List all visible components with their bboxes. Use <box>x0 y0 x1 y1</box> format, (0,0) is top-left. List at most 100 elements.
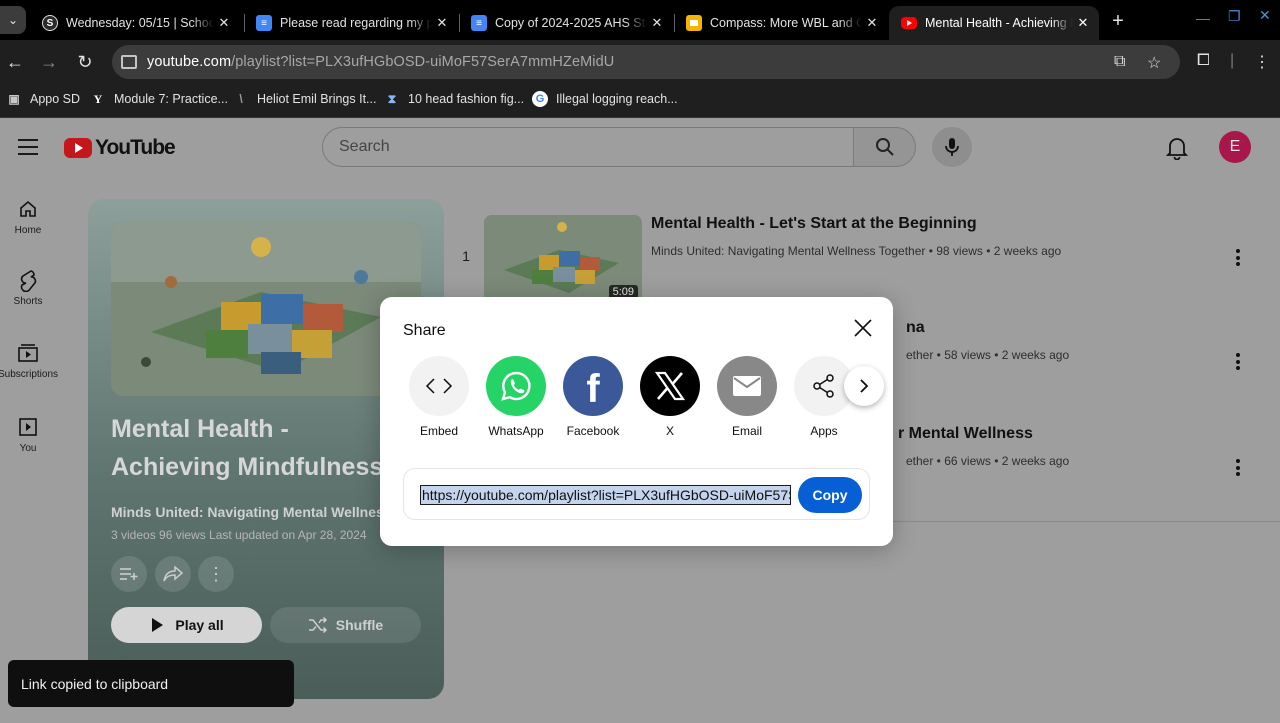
share-playlist-button[interactable] <box>155 556 191 592</box>
close-icon[interactable]: ✕ <box>647 15 667 31</box>
share-target-x[interactable]: X <box>631 356 709 438</box>
share-target-whatsapp[interactable]: WhatsApp <box>477 356 555 438</box>
video-title[interactable]: na <box>906 319 925 337</box>
more-vert-icon: ⋮ <box>207 563 225 584</box>
share-arrow-icon <box>163 566 183 582</box>
share-target-label: Embed <box>419 424 459 438</box>
video-menu-button[interactable] <box>1228 353 1248 373</box>
install-app-icon[interactable]: ⧉ <box>1114 53 1125 71</box>
video-title[interactable]: Mental Health - Let's Start at the Begin… <box>651 215 977 233</box>
close-window-button[interactable]: ✕ <box>1259 7 1271 24</box>
subscriptions-icon <box>17 341 39 365</box>
guide-menu-button[interactable] <box>18 139 38 160</box>
share-target-apps[interactable]: Apps <box>785 356 852 438</box>
folder-gear-icon: ▣ <box>8 92 20 106</box>
search-input[interactable] <box>339 138 853 156</box>
close-icon[interactable]: ✕ <box>432 15 452 31</box>
bookmark-heliot-emil[interactable]: \ Heliot Emil Brings It... <box>233 91 376 107</box>
reload-button[interactable]: ↻ <box>74 52 96 72</box>
plus-icon: + <box>1112 10 1124 32</box>
address-bar[interactable]: youtube.com/playlist?list=PLX3ufHGbOSD-u… <box>112 45 1180 79</box>
browser-menu-icon[interactable]: ⋮ <box>1254 52 1270 72</box>
close-icon[interactable]: ✕ <box>862 15 882 31</box>
save-playlist-button[interactable] <box>111 556 147 592</box>
facebook-icon: f <box>563 356 623 416</box>
restore-icon: ❐ <box>1228 8 1241 24</box>
playlist-channel[interactable]: Minds United: Navigating Mental Wellness <box>111 504 392 520</box>
close-icon[interactable]: ✕ <box>1073 15 1093 31</box>
guide-item-you[interactable]: You <box>0 415 56 454</box>
video-index: 1 <box>462 248 470 264</box>
tab-google-doc-1[interactable]: ≡ Please read regarding my previous emai… <box>244 6 458 40</box>
tab-youtube-active[interactable]: Mental Health - Achieving Mindfulness ✕ <box>889 6 1099 40</box>
video-thumbnail[interactable]: 5:09 <box>484 215 642 303</box>
search-button[interactable] <box>853 127 916 167</box>
voice-search-button[interactable] <box>932 127 972 167</box>
video-meta: ether • 66 views • 2 weeks ago <box>906 454 1070 468</box>
avatar[interactable]: E <box>1219 131 1251 163</box>
share-target-label: Facebook <box>566 424 620 438</box>
bookmark-illegal-logging[interactable]: G Illegal logging reach... <box>532 91 678 107</box>
tab-title: Mental Health - Achieving Mindfulness <box>925 16 1073 30</box>
bookmarks-bar: ▣ Appo SD Y Module 7: Practice... \ Heli… <box>0 84 1280 118</box>
playlist-thumbnail[interactable] <box>111 222 421 396</box>
arrow-left-icon: ← <box>6 52 24 72</box>
share-url-field[interactable]: https://youtube.com/playlist?list=PLX3uf… <box>420 485 791 505</box>
youtube-logo[interactable]: YouTube <box>64 136 176 160</box>
copy-label: Copy <box>812 487 848 503</box>
microphone-icon <box>945 138 959 156</box>
tab-title: Copy of 2024-2025 AHS Student <box>495 16 647 30</box>
bookmark-module-7[interactable]: Y Module 7: Practice... <box>90 91 228 107</box>
share-target-embed[interactable]: Embed <box>408 356 478 438</box>
you-icon <box>18 415 38 439</box>
share-target-label: Email <box>731 424 762 438</box>
notifications-button[interactable] <box>1165 136 1189 165</box>
play-icon <box>152 618 164 632</box>
tab-title: Please read regarding my previous email <box>280 16 432 30</box>
youtube-play-icon <box>64 138 92 158</box>
avatar-letter: E <box>1229 138 1241 155</box>
restore-button[interactable]: ❐ <box>1228 8 1241 25</box>
video-title[interactable]: r Mental Wellness <box>898 425 1033 443</box>
google-slides-icon <box>686 15 702 31</box>
share-target-facebook[interactable]: f Facebook <box>554 356 632 438</box>
forward-button[interactable]: → <box>38 52 60 72</box>
tab-search-button[interactable]: ⌄ <box>0 6 26 34</box>
minimize-button[interactable]: — <box>1196 10 1210 26</box>
extensions-icon[interactable]: ⧠ <box>1197 52 1210 70</box>
guide-item-home[interactable]: Home <box>0 197 56 236</box>
share-next-button[interactable] <box>844 366 884 406</box>
video-menu-button[interactable] <box>1228 249 1248 269</box>
minimize-icon: — <box>1196 10 1210 26</box>
guide-item-subscriptions[interactable]: Subscriptions <box>0 341 58 380</box>
share-target-email[interactable]: Email <box>708 356 786 438</box>
close-dialog-button[interactable] <box>852 317 874 339</box>
tab-schoology[interactable]: S Wednesday: 05/15 | Schoology ✕ <box>30 6 240 40</box>
guide-item-shorts[interactable]: Shorts <box>0 268 56 307</box>
tab-strip: ⌄ S Wednesday: 05/15 | Schoology ✕ ≡ Ple… <box>0 0 1280 40</box>
copy-link-button[interactable]: Copy <box>798 477 862 513</box>
shuffle-button[interactable]: Shuffle <box>270 607 421 643</box>
close-icon[interactable]: ✕ <box>214 15 234 31</box>
video-meta: ether • 58 views • 2 weeks ago <box>906 348 1070 362</box>
site-info-icon[interactable] <box>121 55 137 69</box>
new-tab-button[interactable]: + <box>1108 10 1128 33</box>
url-domain: youtube.com <box>147 54 232 70</box>
search-box[interactable] <box>322 127 854 167</box>
video-menu-button[interactable] <box>1228 459 1248 479</box>
share-dialog: Share Embed WhatsApp f Facebook X Email … <box>380 297 893 546</box>
tab-google-doc-2[interactable]: ≡ Copy of 2024-2025 AHS Student ✕ <box>459 6 673 40</box>
bookmark-fashion[interactable]: ⧗ 10 head fashion fig... <box>384 91 524 107</box>
share-target-label: X <box>665 424 674 438</box>
video-meta: Minds United: Navigating Mental Wellness… <box>651 244 1062 258</box>
reload-icon: ↻ <box>77 52 93 72</box>
bookmark-star-icon[interactable]: ☆ <box>1147 53 1161 73</box>
more-vert-icon <box>1236 353 1240 357</box>
back-button[interactable]: ← <box>4 52 26 72</box>
tab-google-slides[interactable]: Compass: More WBL and Career ✕ <box>674 6 888 40</box>
more-actions-button[interactable]: ⋮ <box>198 556 234 592</box>
bookmark-appo-sd[interactable]: ▣ Appo SD <box>6 91 80 107</box>
embed-icon <box>409 356 469 416</box>
play-all-button[interactable]: Play all <box>111 607 262 643</box>
playlist-meta: 3 videos 96 views Last updated on Apr 28… <box>111 528 367 542</box>
